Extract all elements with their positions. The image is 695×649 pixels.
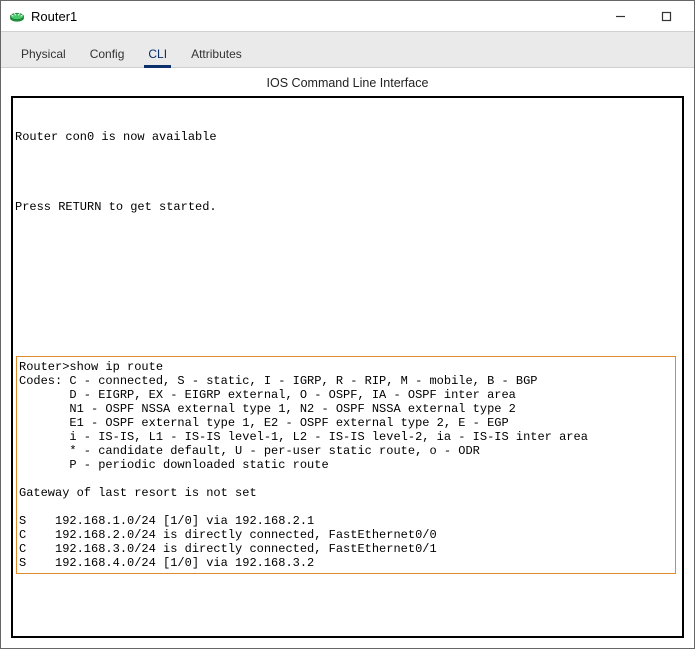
minimize-button[interactable]: [602, 2, 638, 30]
cli-line: i - IS-IS, L1 - IS-IS level-1, L2 - IS-I…: [19, 430, 588, 444]
route-entry: C 192.168.3.0/24 is directly connected, …: [19, 542, 437, 556]
route-entry: C 192.168.2.0/24 is directly connected, …: [19, 528, 437, 542]
cli-terminal[interactable]: Router con0 is now available Press RETUR…: [13, 98, 682, 636]
cli-line: E1 - OSPF external type 1, E2 - OSPF ext…: [19, 416, 509, 430]
cli-line: Gateway of last resort is not set: [19, 486, 257, 500]
cli-line: D - EIGRP, EX - EIGRP external, O - OSPF…: [19, 388, 516, 402]
cli-output-routes: Router>show ip route Codes: C - connecte…: [19, 360, 673, 570]
highlight-box: Router>show ip route Codes: C - connecte…: [16, 356, 676, 574]
cli-output-top: Router con0 is now available Press RETUR…: [15, 102, 680, 354]
maximize-button[interactable]: [648, 2, 684, 30]
cli-line: P - periodic downloaded static route: [19, 458, 329, 472]
tabs-bar: Physical Config CLI Attributes: [1, 37, 694, 68]
cli-terminal-frame: Router con0 is now available Press RETUR…: [11, 96, 684, 638]
window-controls: [602, 2, 690, 30]
cli-command: Router>show ip route: [19, 360, 163, 374]
cli-line: Codes: C - connected, S - static, I - IG…: [19, 374, 537, 388]
cli-line: Router con0 is now available: [15, 130, 217, 144]
router-icon: [9, 8, 25, 24]
window-title: Router1: [31, 9, 77, 24]
cli-section-header: IOS Command Line Interface: [1, 68, 694, 96]
cli-line: Press RETURN to get started.: [15, 200, 217, 214]
route-entry: S 192.168.1.0/24 [1/0] via 192.168.2.1: [19, 514, 314, 528]
tab-cli[interactable]: CLI: [136, 41, 179, 67]
route-entry: S 192.168.4.0/24 [1/0] via 192.168.3.2: [19, 556, 314, 570]
cli-line: * - candidate default, U - per-user stat…: [19, 444, 480, 458]
cli-line: N1 - OSPF NSSA external type 1, N2 - OSP…: [19, 402, 516, 416]
tab-attributes[interactable]: Attributes: [179, 41, 254, 67]
tab-config[interactable]: Config: [78, 41, 137, 67]
tab-physical[interactable]: Physical: [9, 41, 78, 67]
app-window: Router1 Physical Config CLI Attributes I…: [0, 0, 695, 649]
titlebar: Router1: [1, 1, 694, 31]
